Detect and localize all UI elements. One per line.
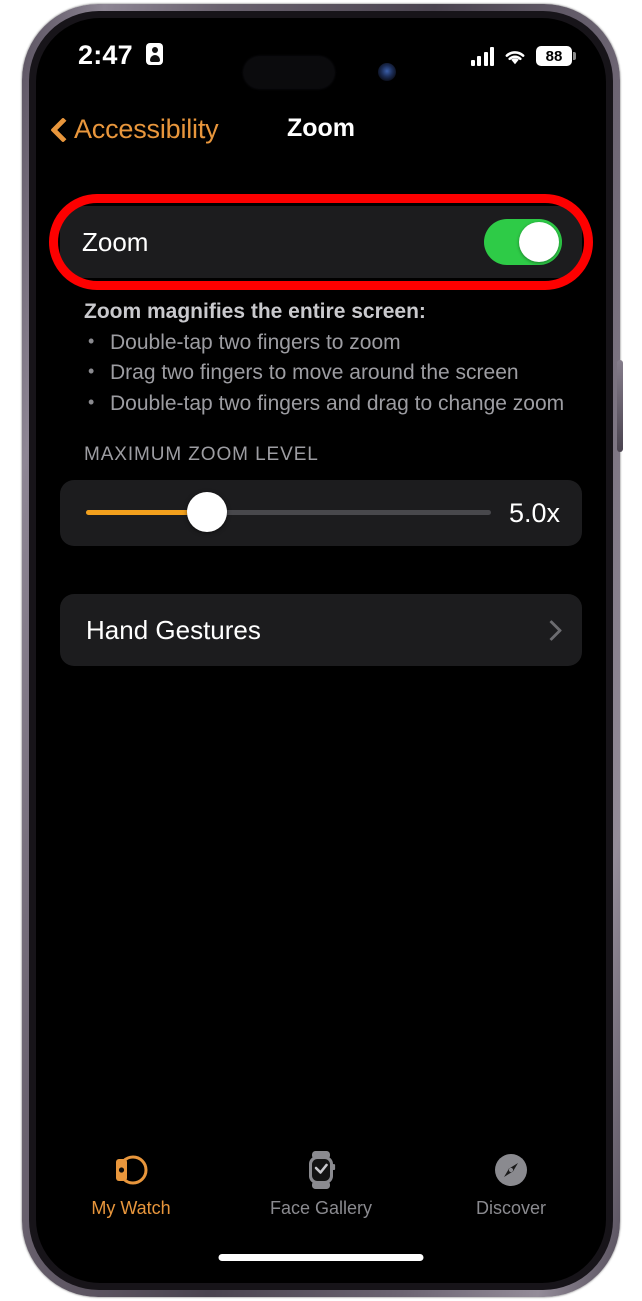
maximum-zoom-level-row: 5.0x <box>60 480 582 546</box>
description-bullet: Double-tap two fingers and drag to chang… <box>84 389 594 419</box>
zoom-level-value: 5.0x <box>508 497 560 528</box>
description-bullet: Drag two fingers to move around the scre… <box>84 358 594 388</box>
compass-icon <box>491 1149 531 1191</box>
battery-level: 88 <box>545 47 563 65</box>
navigation-bar: Accessibility Zoom <box>36 110 606 166</box>
tab-bar: My Watch Face Gallery Discover <box>36 1139 606 1229</box>
person-card-icon <box>146 43 163 65</box>
zoom-toggle-label: Zoom <box>82 226 149 257</box>
hand-gestures-label: Hand Gestures <box>86 614 261 645</box>
front-camera-icon <box>378 63 396 81</box>
tab-my-watch[interactable]: My Watch <box>36 1149 226 1219</box>
toggle-knob <box>519 222 559 262</box>
status-time: 2:47 <box>78 40 133 70</box>
cellular-signal-icon <box>470 47 494 66</box>
page-title: Zoom <box>286 114 356 142</box>
zoom-level-slider[interactable] <box>86 492 491 533</box>
description-bullet: Double-tap two fingers to zoom <box>84 328 594 358</box>
tab-label: Discover <box>475 1198 546 1218</box>
zoom-toggle-row[interactable]: Zoom <box>60 206 582 278</box>
battery-icon: 88 <box>536 46 576 66</box>
slider-thumb[interactable] <box>187 492 228 532</box>
status-indicators: 88 <box>470 38 576 66</box>
dynamic-island <box>244 57 334 88</box>
maximum-zoom-level-header: MAXIMUM ZOOM LEVEL <box>84 444 319 465</box>
tab-face-gallery[interactable]: Face Gallery <box>226 1149 416 1219</box>
phone-screen: 2:47 88 Accessibility Zoom Zoom Zoom mag… <box>36 18 606 1283</box>
power-button[interactable] <box>617 360 623 452</box>
tab-label: My Watch <box>91 1198 171 1218</box>
wifi-icon <box>503 47 527 66</box>
screenshot-stage: 2:47 88 Accessibility Zoom Zoom Zoom mag… <box>0 0 642 1301</box>
zoom-description: Zoom magnifies the entire screen: Double… <box>84 298 594 419</box>
description-bullets: Double-tap two fingers to zoom Drag two … <box>84 328 594 419</box>
zoom-toggle-switch[interactable] <box>484 219 562 265</box>
hand-gestures-row[interactable]: Hand Gestures <box>60 594 582 666</box>
tab-discover[interactable]: Discover <box>416 1149 606 1219</box>
watch-face-check-icon <box>301 1149 341 1191</box>
watch-side-icon <box>111 1149 151 1191</box>
home-indicator[interactable] <box>218 1254 424 1261</box>
description-title: Zoom magnifies the entire screen: <box>84 300 426 323</box>
status-bar: 2:47 88 <box>36 18 606 96</box>
tab-label: Face Gallery <box>269 1198 373 1218</box>
chevron-right-icon <box>544 618 558 642</box>
